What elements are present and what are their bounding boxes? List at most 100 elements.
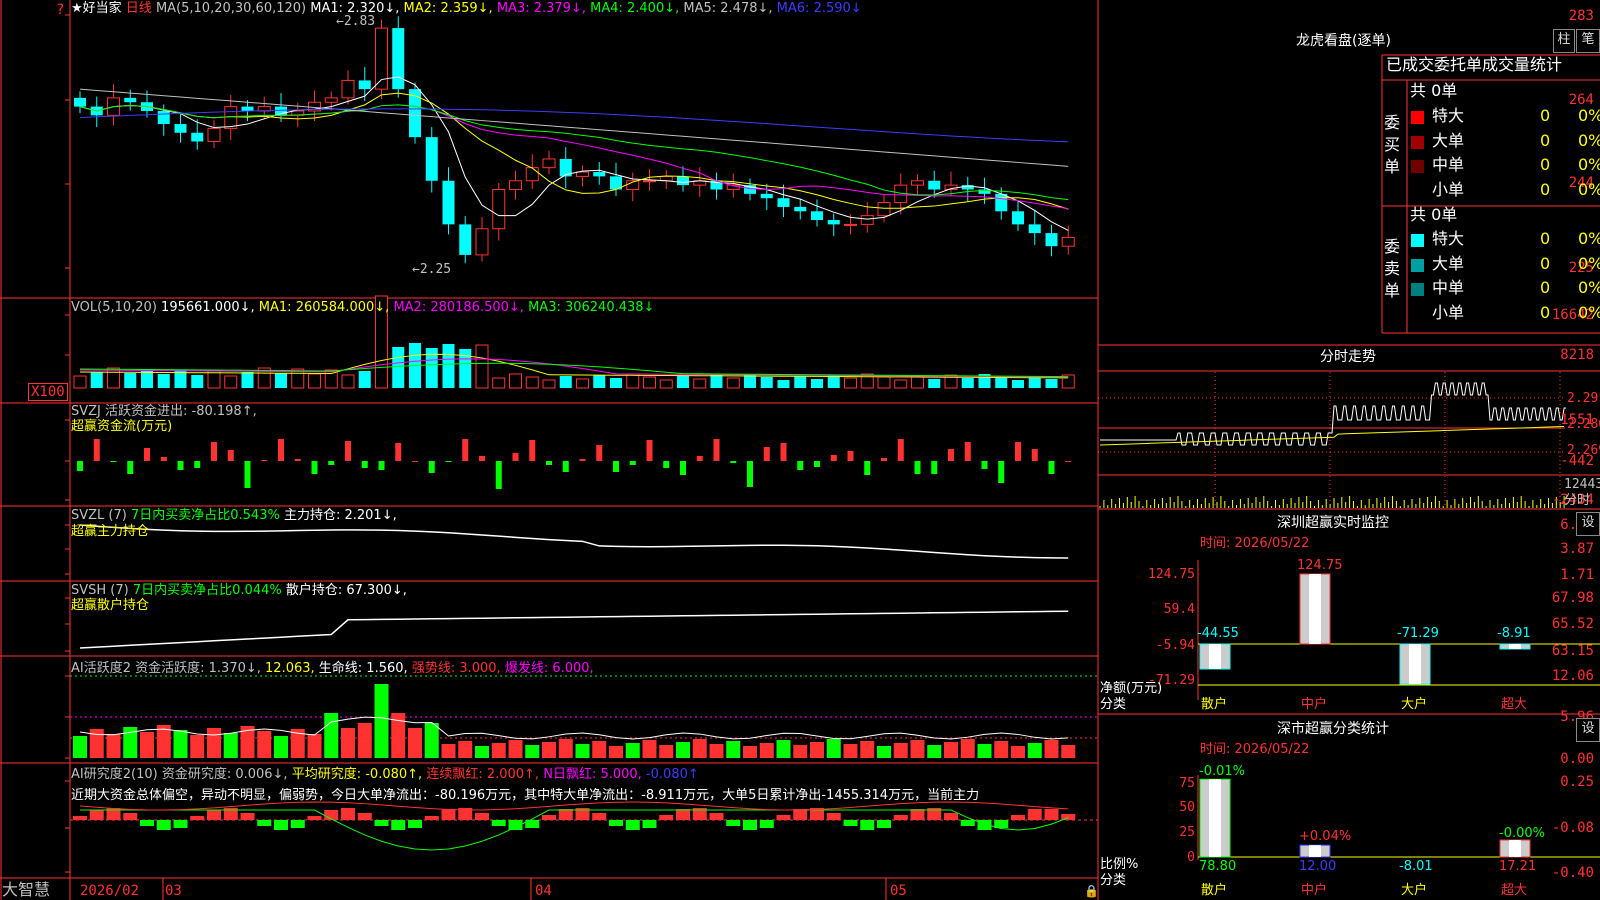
svzj-bar-pos xyxy=(713,439,720,461)
svzj-bar-neg xyxy=(981,461,988,469)
fenshi-unit: 分时 xyxy=(1564,493,1591,508)
svzj-bar-neg xyxy=(680,461,686,475)
svsh-header: SVSH (7) 7日内买卖净占比0.044% 散户持仓: 67.300↓, xyxy=(71,583,407,598)
ai1-bar xyxy=(491,743,506,758)
monitor-value-label: 124.75 xyxy=(1297,558,1343,573)
buy-row-name: 中单 xyxy=(1432,155,1465,174)
buy-row-count: 0 xyxy=(1540,179,1551,199)
svzj-bar-pos xyxy=(278,439,284,461)
ai1-bar xyxy=(1011,746,1025,758)
candle-body-up xyxy=(877,202,891,217)
candle-body-down xyxy=(928,180,941,190)
classify-settings-button[interactable]: 设 xyxy=(1576,718,1600,742)
candle-body-up xyxy=(576,171,589,177)
ma2-value: MA2: 2.359↓, xyxy=(403,1,493,16)
vol-bar-down xyxy=(1045,379,1058,388)
tab-volume[interactable]: 成交量 xyxy=(1482,55,1530,74)
classify-value-label: 17.21 xyxy=(1499,859,1537,874)
ai1-tick-0: 12.06 xyxy=(1551,668,1594,684)
ai2-bar-neg xyxy=(173,820,188,828)
candle-body-up xyxy=(475,228,489,256)
svzl-tick-1: 3.87 xyxy=(1560,541,1594,557)
svsh-tick-0: 67.98 xyxy=(1551,590,1594,606)
svzj-bar-neg xyxy=(328,461,335,465)
svzj-bar-neg xyxy=(998,461,1005,483)
ai1-bar xyxy=(575,744,590,758)
ai2-bar-neg xyxy=(609,820,623,826)
svzj-bar-pos xyxy=(847,451,854,461)
svzj-bar-pos xyxy=(1015,442,1021,461)
candle-body-down xyxy=(241,106,254,111)
svzl-tick-2: 1.71 xyxy=(1560,567,1594,583)
classify-category: 超大 xyxy=(1501,883,1528,898)
ai1-bar xyxy=(810,742,824,758)
ai1-bar xyxy=(140,732,154,758)
date-m4: 04 xyxy=(535,883,552,899)
tab-orders[interactable]: 委托单 xyxy=(1434,55,1482,74)
classify-bar-highlight xyxy=(1309,845,1321,857)
vol-bar-down xyxy=(760,377,773,388)
candle-body-up xyxy=(224,106,238,129)
tick-view-button[interactable]: 笔 xyxy=(1576,29,1600,53)
monitor-ylabel: 净额(万元) xyxy=(1100,681,1163,696)
column-view-button[interactable]: 柱 xyxy=(1553,29,1575,53)
monitor-value-label: -8.91 xyxy=(1497,626,1531,641)
ai2-bar-pos xyxy=(910,809,925,820)
ai2-tick-2: -0.40 xyxy=(1551,865,1594,881)
vol-bar-up xyxy=(509,373,522,389)
ai2-bar-pos xyxy=(659,815,674,820)
ai1-bar xyxy=(860,741,875,758)
candle-body-up xyxy=(509,180,522,190)
sell-row-pct: 0% xyxy=(1578,229,1600,248)
ma5-value: MA5: 2.478↓, xyxy=(683,1,773,16)
svzj-bar-pos xyxy=(579,459,586,461)
vol-ma3: MA3: 306240.438↓ xyxy=(528,300,655,315)
candle-body-down xyxy=(827,220,840,225)
ai1-bar xyxy=(793,745,808,758)
lock-icon[interactable]: 🔒 xyxy=(1084,884,1099,898)
vol-bar-down xyxy=(777,380,790,388)
ai2-bar-neg xyxy=(877,820,891,828)
vol-ma1: MA1: 260584.000↓, xyxy=(258,300,390,315)
ai1-bar xyxy=(257,731,272,758)
ai2-bar-pos xyxy=(944,813,958,820)
candle-body-down xyxy=(1012,211,1024,225)
stock-name[interactable]: ★好当家 xyxy=(71,1,122,16)
monitor-bar-highlight xyxy=(1209,644,1221,669)
vol-bar-down xyxy=(710,375,723,388)
ai1-bar xyxy=(1061,745,1076,758)
candle-body-up xyxy=(643,180,656,183)
candle-body-down xyxy=(409,89,421,138)
sell-row-pct: 0% xyxy=(1578,278,1600,297)
sell-row-swatch xyxy=(1411,307,1424,321)
svsh-label: SVSH (7) xyxy=(71,583,129,598)
buy-row-name: 小单 xyxy=(1432,179,1465,199)
vol-bar-down xyxy=(358,371,371,388)
sell-row-pct: 0% xyxy=(1578,253,1600,273)
monitor-settings-button[interactable]: 设 xyxy=(1576,512,1600,536)
ai1-bar xyxy=(106,734,121,758)
vol-bar-up xyxy=(659,379,673,389)
vol-bar-up xyxy=(844,377,857,389)
monitor-time: 时间: 2026/05/22 xyxy=(1200,536,1310,551)
candle-body-down xyxy=(392,28,405,90)
tab-stats[interactable]: 统计 xyxy=(1530,55,1562,74)
svzj-bar-neg xyxy=(914,461,921,474)
ai2-bar-pos xyxy=(307,816,322,820)
period-label[interactable]: 日线 xyxy=(126,1,152,16)
fenshi-vol-tick: 12443 xyxy=(1564,477,1600,492)
monitor-tick-1: 59.4 xyxy=(1163,602,1195,617)
ai2-bar-neg xyxy=(642,820,657,828)
svzj-bar-pos xyxy=(227,450,234,461)
candle-body-up xyxy=(324,97,338,103)
ai1-strong: 强势线: 3.000, xyxy=(411,661,501,676)
tab-traded[interactable]: 已成交 xyxy=(1386,55,1434,74)
sell-row-swatch xyxy=(1411,258,1424,272)
vol-bar-up xyxy=(341,374,355,389)
ai2-bar-pos xyxy=(776,815,791,820)
ai2-bar-neg xyxy=(374,820,389,826)
classify-top-label: -0.00% xyxy=(1499,826,1545,841)
monitor-title: 深圳超赢实时监控 xyxy=(1277,515,1389,531)
ai2-bar-pos xyxy=(424,816,439,820)
buy-total: 共 0单 xyxy=(1410,81,1458,100)
